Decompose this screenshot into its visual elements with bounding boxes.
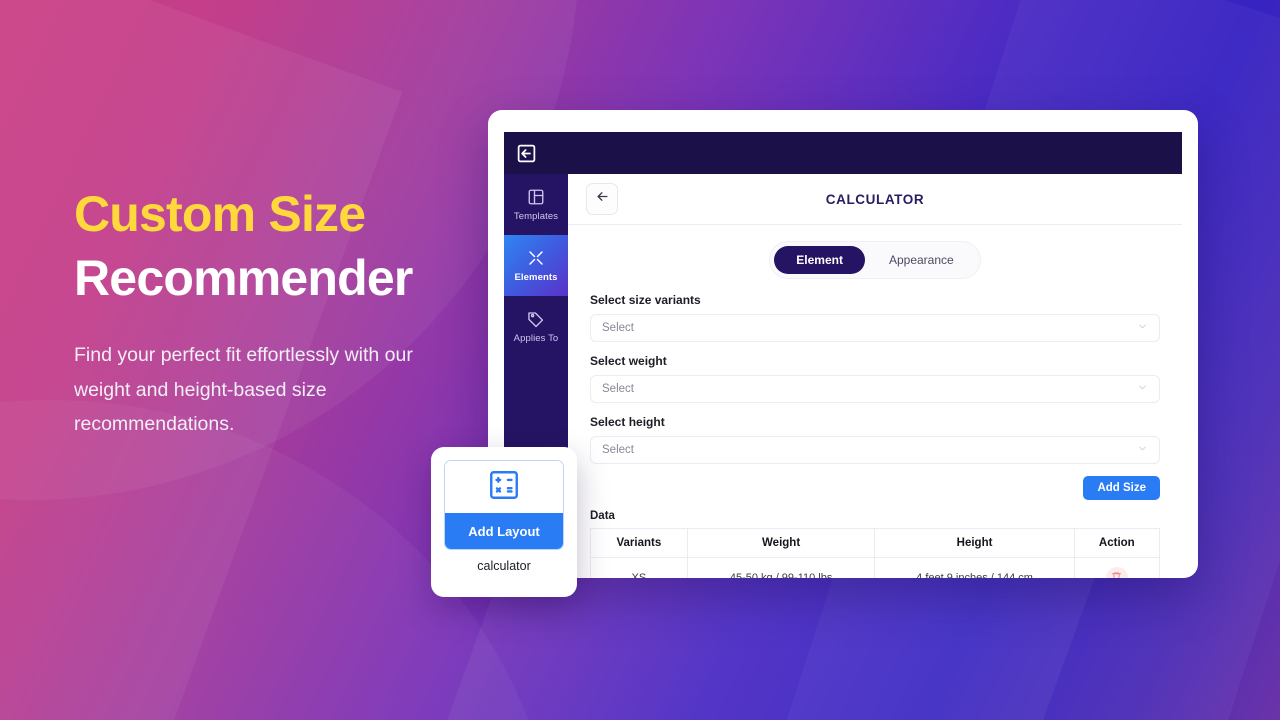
promo-copy: Custom Size Recommender Find your perfec…: [74, 182, 474, 442]
tab-group: Element Appearance: [769, 241, 981, 279]
tab-appearance[interactable]: Appearance: [867, 246, 976, 274]
column-header-variants: Variants: [590, 528, 688, 558]
app-window: Templates Elements Applies To CALCULATOR…: [488, 110, 1198, 578]
column-header-weight: Weight: [686, 528, 876, 558]
cell-action: [1073, 557, 1161, 578]
chevron-down-icon: [1137, 443, 1148, 457]
promo-subtext: Find your perfect fit effortlessly with …: [74, 344, 413, 436]
page-title: CALCULATOR: [825, 191, 925, 207]
column-header-height: Height: [874, 528, 1075, 558]
main-header: CALCULATOR: [568, 174, 1182, 225]
sidebar-item-applies-to[interactable]: Applies To: [504, 296, 568, 357]
add-layout-button[interactable]: Add Layout: [445, 513, 563, 549]
sidebar-item-elements[interactable]: Elements: [504, 235, 568, 296]
tabs-container: Element Appearance: [568, 225, 1182, 279]
promo-headline-line1: Custom Size: [74, 186, 366, 242]
cell-weight: 45-50 kg / 99-110 lbs: [686, 557, 876, 578]
delete-row-button[interactable]: [1105, 567, 1128, 578]
layout-panel-icon: [527, 188, 545, 206]
arrow-left-icon: [595, 189, 610, 209]
sidebar-item-templates[interactable]: Templates: [504, 174, 568, 235]
add-size-button[interactable]: Add Size: [1083, 476, 1160, 500]
form-area: Select size variants Select Select weigh…: [568, 279, 1182, 578]
data-section-label: Data: [590, 510, 615, 522]
add-size-row: Add Size: [590, 476, 1160, 500]
calculator-card-caption: calculator: [477, 559, 531, 573]
app-main-pane: CALCULATOR Element Appearance Select siz…: [568, 174, 1182, 578]
chevron-down-icon: [1137, 321, 1148, 335]
sidebar-item-label: Elements: [514, 271, 558, 283]
label-weight: Select weight: [590, 354, 667, 368]
select-size-variants-value: Select: [602, 322, 634, 334]
calculator-tile-preview: [445, 461, 563, 513]
exit-box-arrow-icon[interactable]: [514, 141, 538, 165]
calculator-tile: Add Layout: [444, 460, 564, 550]
data-table: Variants Weight Height Action XS 45-50 k…: [590, 528, 1161, 578]
table-row: XS 45-50 kg / 99-110 lbs 4 feet 9 inches…: [590, 557, 1161, 578]
trash-icon: [1111, 571, 1122, 578]
select-height-value: Select: [602, 444, 634, 456]
sidebar-item-label: Templates: [513, 210, 559, 222]
cell-variants: XS: [590, 557, 688, 578]
collapse-arrows-icon: [527, 249, 545, 267]
column-header-action: Action: [1073, 528, 1161, 558]
calculator-widget-card: Add Layout calculator: [431, 447, 577, 597]
label-height: Select height: [590, 415, 665, 429]
promo-headline-line2: Recommender: [74, 250, 413, 306]
select-weight-value: Select: [602, 383, 634, 395]
select-weight[interactable]: Select: [590, 375, 1160, 403]
app-topbar: [504, 132, 1182, 174]
promo-banner: Custom Size Recommender Find your perfec…: [0, 0, 1280, 720]
tab-element[interactable]: Element: [774, 246, 865, 274]
cell-height: 4 feet 9 inches / 144 cm: [874, 557, 1075, 578]
calculator-icon: [486, 467, 522, 508]
back-button[interactable]: [586, 183, 618, 215]
chevron-down-icon: [1137, 382, 1148, 396]
select-size-variants[interactable]: Select: [590, 314, 1160, 342]
label-size-variants: Select size variants: [590, 293, 701, 307]
select-height[interactable]: Select: [590, 436, 1160, 464]
sidebar-item-label: Applies To: [513, 332, 559, 344]
tag-icon: [527, 310, 545, 328]
table-header-row: Variants Weight Height Action: [590, 528, 1161, 558]
